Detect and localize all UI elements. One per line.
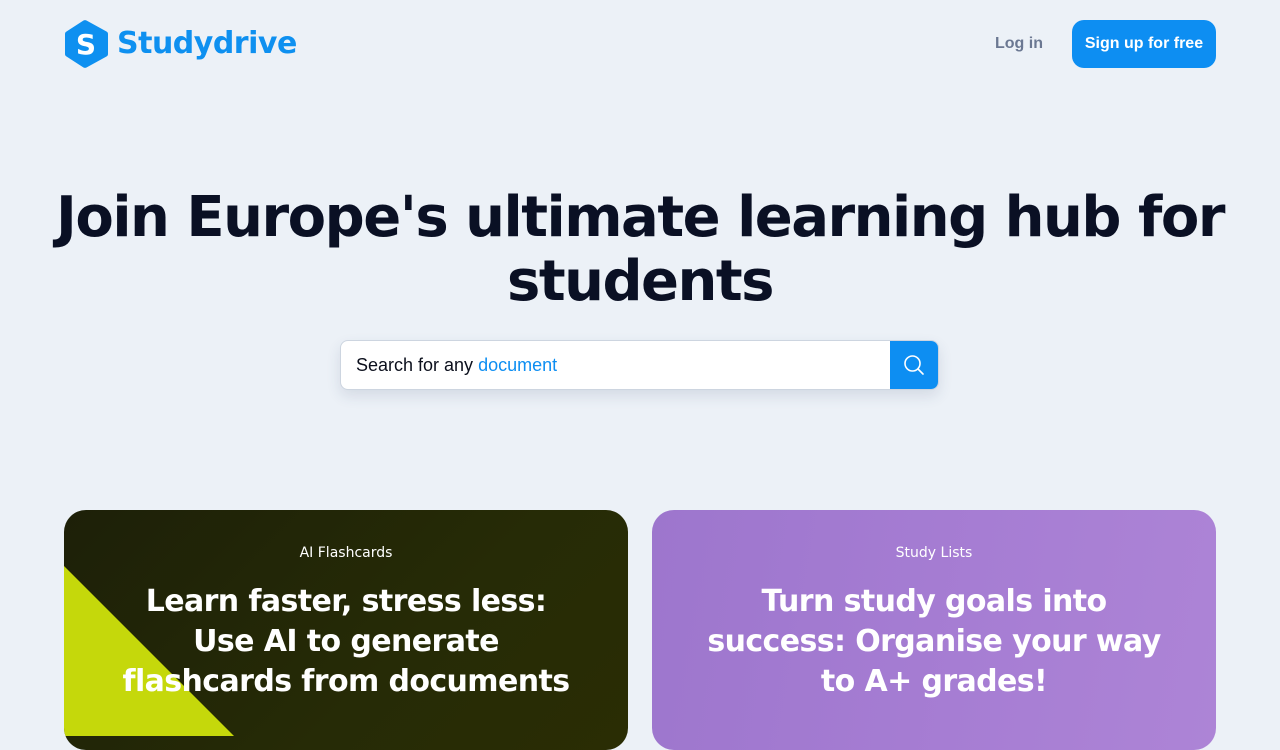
studydrive-logo-icon: S <box>65 20 108 68</box>
site-header: S Studydrive Log in Sign up for free <box>0 0 1280 88</box>
card-heading: Learn faster, stress less: Use AI to gen… <box>64 582 628 702</box>
search-placeholder-prefix: Search for any <box>356 355 474 375</box>
search-placeholder-highlight: document <box>478 355 558 375</box>
brand-name: Studydrive <box>117 26 297 61</box>
hero-title: Join Europe's ultimate learning hub for … <box>0 186 1280 314</box>
search-icon <box>904 355 924 375</box>
card-heading-line: success: Organise your way <box>707 624 1161 659</box>
card-label: AI Flashcards <box>299 545 393 561</box>
card-heading-line: Use AI to generate <box>193 624 499 659</box>
search-bar[interactable]: Search for any document <box>340 340 939 390</box>
signup-button[interactable]: Sign up for free <box>1072 20 1216 68</box>
card-heading-line: flashcards from documents <box>122 664 571 699</box>
feature-card-study-lists[interactable]: Study Lists Turn study goals into succes… <box>652 510 1216 750</box>
search-input[interactable]: Search for any document <box>356 341 557 389</box>
logo-letter: S <box>76 28 96 61</box>
card-heading: Turn study goals into success: Organise … <box>652 582 1216 702</box>
studydrive-logo[interactable]: S Studydrive <box>64 19 297 69</box>
hero-title-line: Join Europe's ultimate learning hub for <box>56 185 1225 250</box>
feature-card-ai-flashcards[interactable]: AI Flashcards Learn faster, stress less:… <box>64 510 628 750</box>
card-heading-line: to A+ grades! <box>820 664 1048 699</box>
card-heading-line: Turn study goals into <box>761 584 1107 619</box>
search-button[interactable] <box>890 341 938 389</box>
card-label: Study Lists <box>895 545 973 561</box>
card-heading-line: Learn faster, stress less: <box>145 584 547 619</box>
hero-title-line: students <box>506 249 775 314</box>
login-link[interactable]: Log in <box>985 22 1053 66</box>
